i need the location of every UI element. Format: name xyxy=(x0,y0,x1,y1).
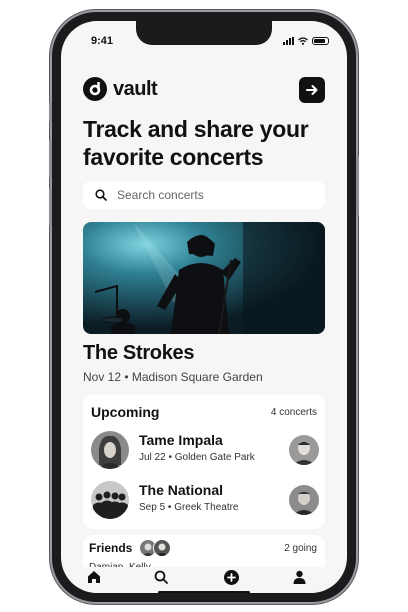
tab-search[interactable] xyxy=(151,567,171,587)
phone-frame: 9:41 vault Track and share your favorite… xyxy=(49,12,359,602)
status-icons xyxy=(283,37,329,45)
list-item-title: Tame Impala xyxy=(139,432,223,448)
search-bar[interactable] xyxy=(83,181,325,209)
friends-heading: Friends xyxy=(89,541,133,555)
search-icon xyxy=(154,570,168,584)
mute-switch xyxy=(49,102,52,122)
login-button[interactable] xyxy=(299,77,325,103)
friend-avatar xyxy=(153,539,171,557)
artist-avatar xyxy=(91,481,129,519)
list-item-title: The National xyxy=(139,482,224,498)
profile-icon xyxy=(293,570,305,584)
volume-up-button xyxy=(49,140,52,178)
friends-going-count: 2 going xyxy=(284,543,317,554)
app-name: vault xyxy=(113,77,158,100)
vault-logo-icon xyxy=(83,77,107,101)
list-item-subtitle: Jul 22 • Golden Gate Park xyxy=(139,452,255,463)
upcoming-card: Upcoming 4 concerts Tame Impala Jul 22 •… xyxy=(83,395,325,529)
list-item[interactable]: The National Sep 5 • Greek Theatre xyxy=(91,479,319,521)
upcoming-count: 4 concerts xyxy=(270,407,317,418)
power-button xyxy=(356,156,359,216)
upcoming-heading: Upcoming xyxy=(91,404,160,420)
tab-bar xyxy=(61,567,347,593)
list-item-subtitle: Sep 5 • Greek Theatre xyxy=(139,502,239,513)
add-icon xyxy=(223,569,239,585)
concert-photo xyxy=(83,222,325,334)
status-time: 9:41 xyxy=(91,35,114,47)
search-icon xyxy=(95,189,107,201)
volume-down-button xyxy=(49,188,52,226)
notch xyxy=(136,21,272,45)
featured-title: The Strokes xyxy=(83,342,195,364)
signal-icon xyxy=(283,37,294,45)
battery-icon xyxy=(312,37,329,45)
page-headline: Track and share your favorite concerts xyxy=(83,116,309,170)
wifi-icon xyxy=(298,37,308,45)
arrow-right-icon xyxy=(306,85,318,95)
friend-avatar xyxy=(289,435,319,465)
tab-profile[interactable] xyxy=(289,567,309,587)
featured-subtitle: Nov 12 • Madison Square Garden xyxy=(83,370,263,384)
friend-avatar xyxy=(289,485,319,515)
app-logo: vault xyxy=(83,77,158,101)
list-item[interactable]: Tame Impala Jul 22 • Golden Gate Park xyxy=(91,429,319,471)
tab-home[interactable] xyxy=(84,567,104,587)
search-input[interactable] xyxy=(115,187,309,203)
app-screen: 9:41 vault Track and share your favorite… xyxy=(61,21,347,593)
featured-concert-image[interactable] xyxy=(83,222,325,334)
artist-avatar xyxy=(91,431,129,469)
home-icon xyxy=(88,571,100,583)
home-indicator[interactable] xyxy=(158,591,250,593)
tab-add[interactable] xyxy=(221,567,241,587)
